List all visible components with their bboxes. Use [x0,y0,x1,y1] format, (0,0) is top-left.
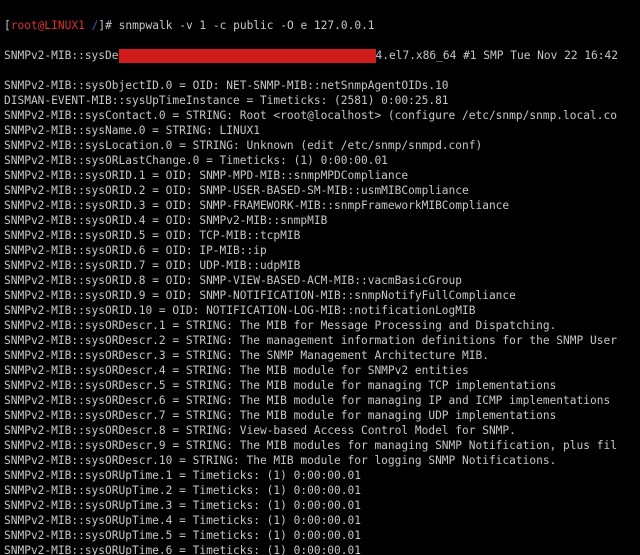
output-line: SNMPv2-MIB::sysORID.1 = OID: SNMP-MPD-MI… [4,168,636,183]
output-line: SNMPv2-MIB::sysORID.8 = OID: SNMP-VIEW-B… [4,273,636,288]
prompt-hash: # [105,19,112,32]
output-line: SNMPv2-MIB::sysORLastChange.0 = Timetick… [4,153,636,168]
output-line-0: SNMPv2-MIB::sysDe 4.el7.x86_64 #1 SMP Tue… [4,48,636,63]
output-line: SNMPv2-MIB::sysORUpTime.6 = Timeticks: (… [4,543,636,555]
output-line: SNMPv2-MIB::sysORDescr.2 = STRING: The m… [4,333,636,348]
output-line: SNMPv2-MIB::sysORDescr.7 = STRING: The M… [4,408,636,423]
shell-prompt: [root@LINUX1 /]# [4,19,112,32]
output-line: SNMPv2-MIB::sysORID.5 = OID: TCP-MIB::tc… [4,228,636,243]
output-text: 4.el7.x86_64 #1 SMP Tue Nov 22 16:42 [376,49,618,62]
output-line: SNMPv2-MIB::sysORDescr.9 = STRING: The M… [4,438,636,453]
output-line: DISMAN-EVENT-MIB::sysUpTimeInstance = Ti… [4,93,636,108]
output-line: SNMPv2-MIB::sysORUpTime.2 = Timeticks: (… [4,483,636,498]
output-line: SNMPv2-MIB::sysORDescr.6 = STRING: The M… [4,393,636,408]
terminal-output: SNMPv2-MIB::sysObjectID.0 = OID: NET-SNM… [4,78,636,555]
output-line: SNMPv2-MIB::sysORDescr.5 = STRING: The M… [4,378,636,393]
output-line: SNMPv2-MIB::sysLocation.0 = STRING: Unkn… [4,138,636,153]
redacted-highlight [119,49,376,63]
prompt-bracket-open: [ [4,19,11,32]
command-line: [root@LINUX1 /]# snmpwalk -v 1 -c public… [4,18,636,33]
output-line: SNMPv2-MIB::sysORUpTime.5 = Timeticks: (… [4,528,636,543]
output-line: SNMPv2-MIB::sysORDescr.1 = STRING: The M… [4,318,636,333]
output-line: SNMPv2-MIB::sysName.0 = STRING: LINUX1 [4,123,636,138]
output-line: SNMPv2-MIB::sysORDescr.3 = STRING: The S… [4,348,636,363]
output-line: SNMPv2-MIB::sysObjectID.0 = OID: NET-SNM… [4,78,636,93]
output-line: SNMPv2-MIB::sysORID.9 = OID: SNMP-NOTIFI… [4,288,636,303]
output-line: SNMPv2-MIB::sysORDescr.4 = STRING: The M… [4,363,636,378]
output-line: SNMPv2-MIB::sysORID.2 = OID: SNMP-USER-B… [4,183,636,198]
terminal[interactable]: [root@LINUX1 /]# snmpwalk -v 1 -c public… [0,0,640,555]
output-line: SNMPv2-MIB::sysORDescr.8 = STRING: View-… [4,423,636,438]
output-line: SNMPv2-MIB::sysORUpTime.3 = Timeticks: (… [4,498,636,513]
output-line: SNMPv2-MIB::sysORDescr.10 = STRING: The … [4,453,636,468]
output-line: SNMPv2-MIB::sysORID.6 = OID: IP-MIB::ip [4,243,636,258]
prompt-user-host: root@LINUX1 [11,19,85,32]
output-line: SNMPv2-MIB::sysORUpTime.1 = Timeticks: (… [4,468,636,483]
output-line: SNMPv2-MIB::sysContact.0 = STRING: Root … [4,108,636,123]
output-line: SNMPv2-MIB::sysORID.10 = OID: NOTIFICATI… [4,303,636,318]
output-text: SNMPv2-MIB::sysDe [4,49,119,62]
output-line: SNMPv2-MIB::sysORID.4 = OID: SNMPv2-MIB:… [4,213,636,228]
output-line: SNMPv2-MIB::sysORID.3 = OID: SNMP-FRAMEW… [4,198,636,213]
output-line: SNMPv2-MIB::sysORID.7 = OID: UDP-MIB::ud… [4,258,636,273]
output-line: SNMPv2-MIB::sysORUpTime.4 = Timeticks: (… [4,513,636,528]
command-text: snmpwalk -v 1 -c public -O e 127.0.0.1 [119,19,375,32]
